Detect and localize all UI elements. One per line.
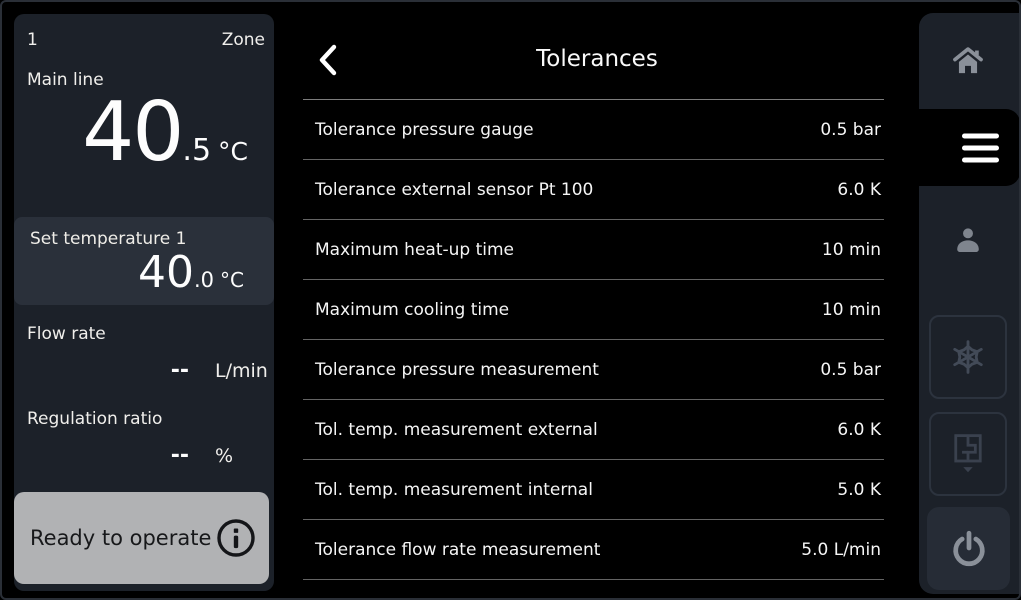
power-button[interactable] — [927, 507, 1010, 590]
hmi-screen: 1 Zone Main line 40 .5 °C Set temperatur… — [0, 0, 1021, 600]
set-temperature-button[interactable]: Set temperature 1 40 .0 °C — [14, 217, 274, 305]
row-label: Maximum cooling time — [303, 300, 509, 320]
list-item[interactable]: Tol. temp. measurement external 6.0 K — [303, 400, 884, 460]
status-text: Ready to operate — [30, 526, 211, 550]
main-temp-unit: °C — [218, 137, 248, 166]
zone-number: 1 — [27, 30, 38, 50]
regulation-ratio-value-row: -- % — [14, 443, 274, 468]
row-label: Tolerance flow rate measurement — [303, 540, 600, 560]
main-temp-decimal: .5 — [182, 133, 211, 168]
mold-purge-button[interactable] — [929, 412, 1007, 496]
snowflake-icon — [948, 337, 988, 377]
page-title: Tolerances — [275, 46, 919, 72]
row-label: Tolerance external sensor Pt 100 — [303, 180, 593, 200]
set-temperature-value: 40 .0 °C — [138, 251, 244, 295]
tolerances-list: Tolerance pressure gauge 0.5 bar Toleran… — [303, 100, 884, 580]
row-label: Tolerance pressure measurement — [303, 360, 599, 380]
main-temperature-display: 40 .5 °C — [14, 88, 248, 178]
row-value: 6.0 K — [837, 420, 884, 440]
flow-rate-unit: L/min — [215, 360, 268, 382]
set-temp-integer: 40 — [138, 251, 194, 295]
list-item[interactable]: Maximum heat-up time 10 min — [303, 220, 884, 280]
list-item[interactable]: Tolerance pressure gauge 0.5 bar — [303, 100, 884, 160]
row-value: 5.0 K — [837, 480, 884, 500]
user-icon — [951, 223, 985, 257]
main-content: Tolerances Tolerance pressure gauge 0.5 … — [275, 2, 919, 600]
regulation-ratio-value: -- — [14, 443, 189, 468]
user-button[interactable] — [929, 208, 1007, 272]
flow-rate-value: -- — [14, 358, 189, 383]
list-item[interactable]: Tol. temp. measurement internal 5.0 K — [303, 460, 884, 520]
row-label: Tolerance pressure gauge — [303, 120, 534, 140]
list-item[interactable]: Tolerance external sensor Pt 100 6.0 K — [303, 160, 884, 220]
zone-status-panel: 1 Zone Main line 40 .5 °C Set temperatur… — [14, 14, 274, 591]
info-icon[interactable] — [216, 518, 256, 558]
set-temp-unit: °C — [220, 268, 244, 292]
regulation-ratio-label: Regulation ratio — [27, 409, 162, 429]
menu-icon — [962, 133, 999, 162]
cooling-button[interactable] — [929, 315, 1007, 399]
flow-rate-value-row: -- L/min — [14, 358, 274, 383]
zone-label: Zone — [222, 30, 265, 50]
row-value: 10 min — [822, 240, 884, 260]
home-button[interactable] — [929, 31, 1007, 91]
row-label: Tol. temp. measurement external — [303, 420, 598, 440]
row-label: Maximum heat-up time — [303, 240, 514, 260]
main-temp-integer: 40 — [82, 88, 182, 178]
set-temp-decimal: .0 — [194, 268, 214, 292]
mold-purge-icon — [947, 431, 989, 477]
nav-sidebar — [919, 13, 1021, 594]
list-item[interactable]: Tolerance flow rate measurement 5.0 L/mi… — [303, 520, 884, 580]
power-icon — [948, 528, 990, 570]
row-value: 0.5 bar — [820, 120, 884, 140]
list-item[interactable]: Maximum cooling time 10 min — [303, 280, 884, 340]
menu-button-active[interactable] — [907, 109, 1020, 186]
row-value: 10 min — [822, 300, 884, 320]
row-value: 0.5 bar — [820, 360, 884, 380]
list-item[interactable]: Tolerance pressure measurement 0.5 bar — [303, 340, 884, 400]
status-banner[interactable]: Ready to operate — [14, 492, 269, 584]
zone-header: 1 Zone — [27, 30, 265, 50]
home-icon — [950, 44, 986, 78]
row-label: Tol. temp. measurement internal — [303, 480, 593, 500]
regulation-ratio-unit: % — [215, 445, 233, 467]
set-temperature-label: Set temperature 1 — [30, 229, 186, 249]
row-value: 6.0 K — [837, 180, 884, 200]
flow-rate-label: Flow rate — [27, 324, 106, 344]
row-value: 5.0 L/min — [801, 540, 884, 560]
